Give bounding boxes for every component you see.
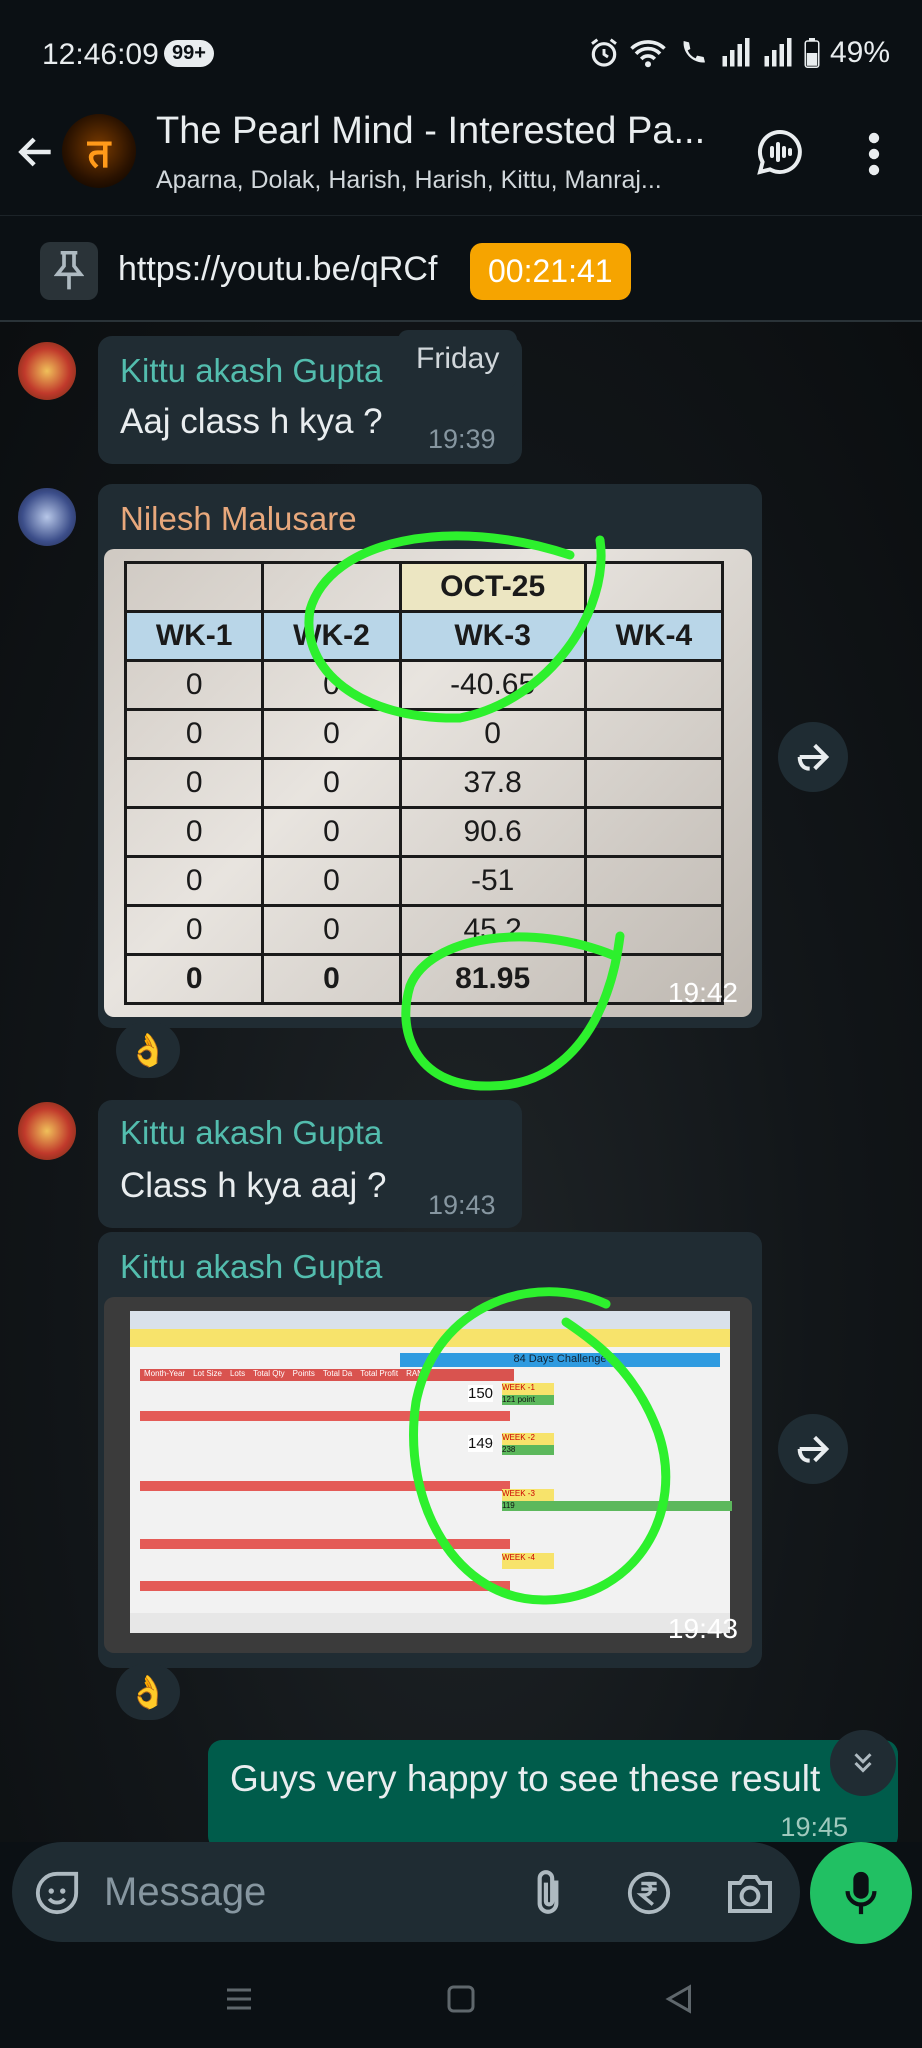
pinned-link[interactable]: https://youtu.be/qRCf — [118, 250, 437, 289]
message-placeholder[interactable]: Message — [104, 1870, 266, 1915]
green-circle-annotation — [401, 931, 625, 1091]
sticker-icon[interactable] — [34, 1870, 80, 1916]
reaction-badge[interactable]: 👌 — [116, 1664, 180, 1720]
payment-icon[interactable] — [626, 1870, 672, 1916]
attach-icon[interactable] — [528, 1868, 568, 1918]
message-text: Guys very happy to see these result — [230, 1758, 821, 1799]
forward-icon — [797, 1435, 830, 1463]
alarm-icon — [591, 38, 617, 67]
message-time: 19:43 — [428, 1190, 496, 1220]
green-circle-annotation — [409, 1287, 671, 1605]
message-text: Aaj class h kya ? — [120, 402, 383, 441]
forward-button[interactable] — [778, 722, 848, 792]
avatar-glyph: त — [87, 131, 111, 176]
message-time: 19:39 — [428, 424, 496, 454]
sender-name[interactable]: Kittu akash Gupta — [120, 352, 382, 390]
back-arrow-icon[interactable] — [14, 130, 58, 174]
message-text: Class h kya aaj ? — [120, 1166, 387, 1205]
battery-percent: 49% — [829, 36, 890, 69]
home-icon[interactable] — [446, 1984, 476, 2014]
green-circle-annotation — [304, 531, 606, 723]
scroll-to-bottom-button[interactable] — [830, 1730, 896, 1796]
back-nav-icon[interactable] — [664, 1984, 694, 2014]
image-time: 19:43 — [667, 1613, 738, 1644]
notification-count-badge: 99+ — [164, 40, 214, 67]
mic-button[interactable] — [810, 1842, 912, 1944]
avatar[interactable] — [18, 1102, 76, 1160]
double-chevron-down-icon — [854, 1753, 872, 1773]
more-options-icon[interactable] — [862, 130, 886, 178]
table-row: 0 0 90.6 — [123, 806, 725, 858]
signal-2-icon — [764, 38, 792, 67]
table-header: WK-1 — [123, 610, 265, 662]
camera-icon[interactable] — [726, 1870, 774, 1916]
forward-button[interactable] — [778, 1414, 848, 1484]
volte-call-icon — [683, 41, 705, 63]
chat-title[interactable]: The Pearl Mind - Interested Pa... — [156, 110, 736, 153]
reaction-badge[interactable]: 👌 — [116, 1022, 180, 1078]
recording-timer: 00:21:41 — [470, 243, 631, 300]
mic-icon — [845, 1871, 877, 1915]
recents-icon[interactable] — [224, 1984, 254, 2014]
image-time: 19:42 — [667, 977, 738, 1008]
group-avatar[interactable]: त — [62, 114, 136, 188]
sender-name[interactable]: Kittu akash Gupta — [120, 1248, 382, 1286]
sender-name[interactable]: Kittu akash Gupta — [120, 1114, 382, 1152]
status-time: 12:46:09 — [42, 38, 159, 71]
taskbar — [130, 1613, 730, 1633]
outgoing-message-bubble[interactable]: Guys very happy to see these result 19:4… — [208, 1740, 898, 1850]
battery-icon — [804, 38, 820, 68]
wifi-icon — [630, 40, 666, 68]
signal-1-icon — [722, 38, 750, 67]
voice-chat-icon[interactable] — [756, 128, 804, 176]
table-row: 0 0 37.8 — [123, 757, 725, 809]
forward-icon — [797, 743, 830, 771]
chat-members[interactable]: Aparna, Dolak, Harish, Harish, Kittu, Ma… — [156, 166, 706, 195]
table-row: 0 0 -51 — [123, 855, 725, 907]
status-icons: 49% — [588, 36, 890, 70]
message-time: 19:45 — [780, 1812, 848, 1842]
date-chip: Friday — [398, 330, 518, 388]
pin-icon — [40, 242, 98, 300]
avatar[interactable] — [18, 342, 76, 400]
avatar[interactable] — [18, 488, 76, 546]
